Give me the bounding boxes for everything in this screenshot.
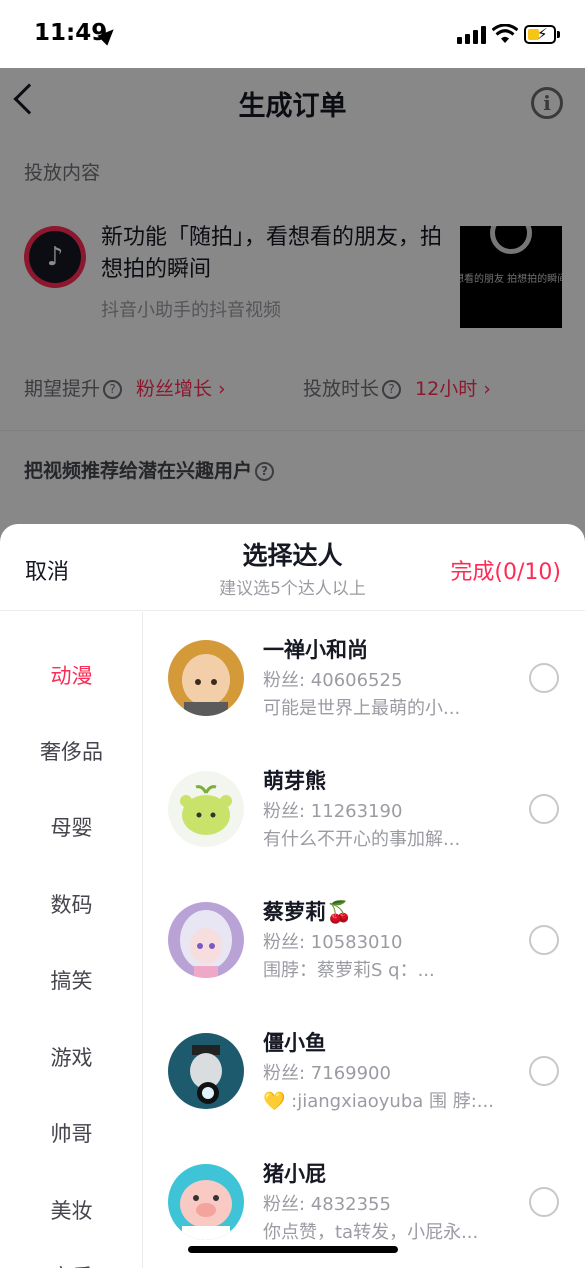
list-item[interactable]: 蔡萝莉🍒 粉丝: 10583010 围脖：蔡萝莉S q：... xyxy=(144,874,585,994)
battery-icon: ⚡ xyxy=(524,25,556,44)
influencer-list: 一禅小和尚 粉丝: 40606525 可能是世界上最萌的小... 萌芽熊 粉丝:… xyxy=(144,612,585,1268)
avatar xyxy=(168,771,244,847)
select-radio[interactable] xyxy=(529,1056,559,1086)
user-name: 蔡萝莉🍒 xyxy=(263,900,353,924)
user-desc: 你点赞，ta转发，小屁永... xyxy=(263,1222,479,1243)
category-item-parenting[interactable]: 母婴 xyxy=(0,812,143,842)
user-fans: 粉丝: 40606525 xyxy=(263,670,403,691)
list-item[interactable]: 一禅小和尚 粉丝: 40606525 可能是世界上最萌的小... xyxy=(144,612,585,732)
category-item-luxury[interactable]: 奢侈品 xyxy=(0,736,143,766)
avatar xyxy=(168,1164,244,1240)
user-fans: 粉丝: 4832355 xyxy=(263,1194,391,1215)
select-radio[interactable] xyxy=(529,925,559,955)
battery-cap xyxy=(557,31,560,38)
user-name: 僵小鱼 xyxy=(263,1031,326,1055)
select-radio[interactable] xyxy=(529,794,559,824)
user-desc: 围脖：蔡萝莉S q：... xyxy=(263,960,435,981)
category-item-beauty[interactable]: 美妆 xyxy=(0,1195,143,1225)
home-indicator[interactable] xyxy=(188,1246,398,1253)
category-list: 动漫 奢侈品 母婴 数码 搞笑 游戏 帅哥 美妆 音乐 xyxy=(0,612,143,1268)
category-item-anime[interactable]: 动漫 xyxy=(0,660,143,690)
select-radio[interactable] xyxy=(529,1187,559,1217)
user-name: 猪小屁 xyxy=(263,1162,326,1186)
user-name: 萌芽熊 xyxy=(263,769,326,793)
avatar xyxy=(168,1033,244,1109)
status-time: 11:49 xyxy=(34,20,108,46)
list-item[interactable]: 萌芽熊 粉丝: 11263190 有什么不开心的事加解... xyxy=(144,743,585,863)
status-bar: 11:49 ⚡ xyxy=(0,0,585,68)
signal-icon xyxy=(457,26,487,44)
select-radio[interactable] xyxy=(529,663,559,693)
user-name: 一禅小和尚 xyxy=(263,638,368,662)
avatar xyxy=(168,902,244,978)
user-fans: 粉丝: 10583010 xyxy=(263,932,403,953)
list-item[interactable]: 猪小屁 粉丝: 4832355 你点赞，ta转发，小屁永... xyxy=(144,1136,585,1256)
wifi-icon xyxy=(492,24,518,43)
user-fans: 粉丝: 11263190 xyxy=(263,801,403,822)
category-item-music[interactable]: 音乐 xyxy=(0,1261,143,1268)
avatar xyxy=(168,640,244,716)
sheet-header: 取消 选择达人 建议选5个达人以上 完成(0/10) xyxy=(0,524,585,611)
category-item-handsome[interactable]: 帅哥 xyxy=(0,1118,143,1148)
list-item[interactable]: 僵小鱼 粉丝: 7169900 💛 :jiangxiaoyuba 围 脖:... xyxy=(144,1005,585,1125)
user-desc: 可能是世界上最萌的小... xyxy=(263,698,461,719)
user-fans: 粉丝: 7169900 xyxy=(263,1063,391,1084)
category-item-digital[interactable]: 数码 xyxy=(0,889,143,919)
user-desc: 有什么不开心的事加解... xyxy=(263,829,461,850)
done-button[interactable]: 完成(0/10) xyxy=(450,554,561,586)
category-item-funny[interactable]: 搞笑 xyxy=(0,965,143,995)
select-influencer-sheet: 取消 选择达人 建议选5个达人以上 完成(0/10) 动漫 奢侈品 母婴 数码 … xyxy=(0,524,585,1268)
category-item-games[interactable]: 游戏 xyxy=(0,1042,143,1072)
user-desc: 💛 :jiangxiaoyuba 围 脖:... xyxy=(263,1091,494,1112)
